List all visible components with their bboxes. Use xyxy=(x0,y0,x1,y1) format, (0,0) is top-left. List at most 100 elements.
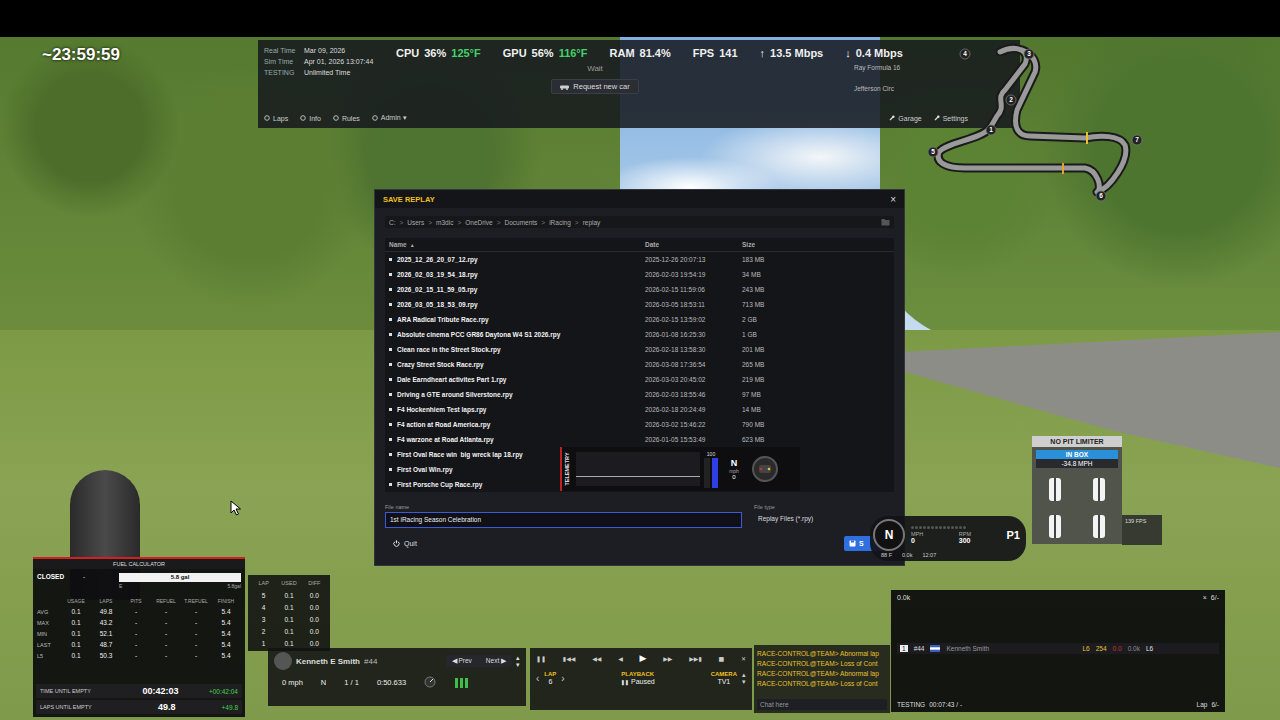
file-name: 2026_02_03_19_54_18.rpy xyxy=(397,271,478,278)
path-segment[interactable]: replay xyxy=(583,219,601,226)
file-row[interactable]: 2026_02_03_19_54_18.rpy2026-02-03 19:54:… xyxy=(385,267,894,282)
path-segment[interactable]: C: xyxy=(389,219,396,226)
fuel-cell: - xyxy=(151,619,181,626)
replay-button[interactable]: ▶▶▮ xyxy=(689,655,702,662)
car-icon xyxy=(560,84,569,90)
lap-prev-button[interactable]: ‹ xyxy=(536,673,539,684)
prev-driver-button[interactable]: ◀ Prev xyxy=(452,657,472,665)
file-row[interactable]: 2026_02_15_11_59_05.rpy2026-02-15 11:59:… xyxy=(385,282,894,297)
tachometer-icon xyxy=(424,676,436,688)
fuel-cell: - xyxy=(121,641,151,648)
file-icon xyxy=(389,408,392,411)
replay-button[interactable]: ▶ xyxy=(640,653,647,663)
nav-item[interactable]: Rules xyxy=(333,114,360,122)
quit-button[interactable]: Quit xyxy=(385,538,425,549)
rpm-led xyxy=(915,526,918,529)
column-header[interactable]: Name▲ xyxy=(385,241,645,248)
file-row[interactable]: Dale Earndheart activites Part 1.rpy2026… xyxy=(385,372,894,387)
nav-item[interactable]: Settings xyxy=(934,115,968,122)
next-driver-button[interactable]: Next ▶ xyxy=(486,657,506,665)
input-bar xyxy=(712,458,718,488)
column-header[interactable]: Date xyxy=(645,241,742,248)
file-size: 34 MB xyxy=(742,271,842,278)
close-button[interactable]: × xyxy=(1203,594,1207,601)
column-label: Size xyxy=(742,241,755,248)
file-row[interactable]: 2025_12_26_20_07_12.rpy2025-12-26 20:07:… xyxy=(385,252,894,267)
nav-icon xyxy=(333,115,339,121)
file-name: F4 Hockenhiem Test laps.rpy xyxy=(397,406,486,413)
rpm-led xyxy=(963,526,966,529)
camera-down-button[interactable]: ▾ xyxy=(742,678,746,685)
path-segment[interactable]: m3dic xyxy=(436,219,453,226)
tire xyxy=(1093,515,1105,538)
lap-next-button[interactable]: › xyxy=(561,673,564,684)
file-row[interactable]: F4 warzone at Road Atlanta.rpy2026-01-05… xyxy=(385,432,894,447)
path-segment[interactable]: Documents xyxy=(504,219,537,226)
file-row[interactable]: Crazy Street Stock Race.rpy2026-03-08 17… xyxy=(385,357,894,372)
path-segment[interactable]: Users xyxy=(407,219,424,226)
nav-item[interactable]: Garage xyxy=(889,115,921,122)
path-bar[interactable]: C:>Users>m3dic>OneDrive>Documents>iRacin… xyxy=(385,216,894,228)
file-row[interactable]: 2026_03_05_18_53_09.rpy2026-03-05 18:53:… xyxy=(385,297,894,312)
chat-input[interactable]: Chat here xyxy=(757,699,887,710)
pit-speed: -34.8 MPH xyxy=(1036,459,1118,468)
svg-text:3: 3 xyxy=(1027,50,1031,57)
path-segment[interactable]: iRacing xyxy=(549,219,571,226)
file-icon xyxy=(389,453,392,456)
file-row[interactable]: ARA Radical Tribute Race.rpy2026-02-15 1… xyxy=(385,312,894,327)
info-row: Real TimeMar 09, 2026 xyxy=(264,46,392,55)
nav-item[interactable]: Admin ▾ xyxy=(372,114,407,122)
summary-value: 49.8 xyxy=(118,702,216,712)
path-segment[interactable]: OneDrive xyxy=(465,219,492,226)
stat-temp: 116°F xyxy=(559,47,588,59)
replay-button[interactable]: ▶▶ xyxy=(663,655,672,662)
file-size: 790 MB xyxy=(742,421,842,428)
column-header[interactable]: Size xyxy=(742,241,842,248)
file-icon xyxy=(389,363,392,366)
rpm-led xyxy=(959,526,962,529)
info-label: Sim Time xyxy=(264,57,298,66)
lap-row: 30.10.0 xyxy=(251,613,327,625)
camera-up-button[interactable]: ▴ xyxy=(742,671,746,678)
file-row[interactable]: Absolute cinema PCC GR86 Daytona W4 S1 2… xyxy=(385,327,894,342)
playback-label: PLAYBACK xyxy=(621,671,654,677)
replay-button[interactable]: ◀ xyxy=(618,655,623,662)
pit-status: CLOSED xyxy=(37,573,77,580)
file-date: 2026-03-08 17:36:54 xyxy=(645,361,742,368)
camera-label: CAMERA xyxy=(711,671,737,677)
scroll-down-button[interactable]: ▾ xyxy=(516,661,520,668)
replay-button[interactable]: ■ xyxy=(719,655,725,662)
scroll-up-button[interactable]: ▴ xyxy=(516,654,520,661)
file-size: 219 MB xyxy=(742,376,842,383)
file-size: 14 MB xyxy=(742,406,842,413)
stat: RAM81.4% xyxy=(610,47,671,59)
nav-item[interactable]: Info xyxy=(300,114,321,122)
close-button[interactable]: × xyxy=(890,194,896,205)
steering-wheel-icon xyxy=(750,454,780,484)
input-bar xyxy=(704,458,710,488)
request-car-button[interactable]: Request new car xyxy=(551,79,638,94)
file-row[interactable]: F4 action at Road America.rpy2026-03-02 … xyxy=(385,417,894,432)
fuel-cell: - xyxy=(181,619,211,626)
standings-row[interactable]: 1#44Kenneth SmithL62540.00.0kL6 xyxy=(897,643,1219,654)
replay-button[interactable]: ✕ xyxy=(741,655,746,662)
lap-cell: 0.1 xyxy=(276,592,301,599)
nav-item[interactable]: Laps xyxy=(264,114,288,122)
driver-name: Kenneth E Smith xyxy=(296,657,360,666)
tire xyxy=(1093,478,1105,501)
trace-line xyxy=(576,476,700,477)
clock: 12:07 xyxy=(922,552,936,558)
file-name-input[interactable]: 1st iRacing Season Celebration xyxy=(385,512,742,528)
replay-button[interactable]: ◀◀ xyxy=(592,655,601,662)
nav-icon xyxy=(264,115,270,121)
turn-marker: 7 xyxy=(1132,135,1142,145)
replay-button[interactable]: ▮◀◀ xyxy=(563,655,576,662)
fuel-cell: 5.4 xyxy=(211,641,241,648)
replay-button[interactable]: ❚❚ xyxy=(536,655,546,662)
driver-panel: Kenneth E Smith#44◀ PrevNext ▶▴▾0 mphN1 … xyxy=(268,648,526,706)
file-row[interactable]: F4 Hockenhiem Test laps.rpy2026-02-18 20… xyxy=(385,402,894,417)
file-row[interactable]: Clean race in the Street Stock.rpy2026-0… xyxy=(385,342,894,357)
telemetry-overlay[interactable]: TELEMETRY100Nmph0 xyxy=(560,447,800,491)
track-name: Jefferson Circ xyxy=(854,85,918,92)
file-row[interactable]: Driving a GTE around Silverstone.rpy2026… xyxy=(385,387,894,402)
